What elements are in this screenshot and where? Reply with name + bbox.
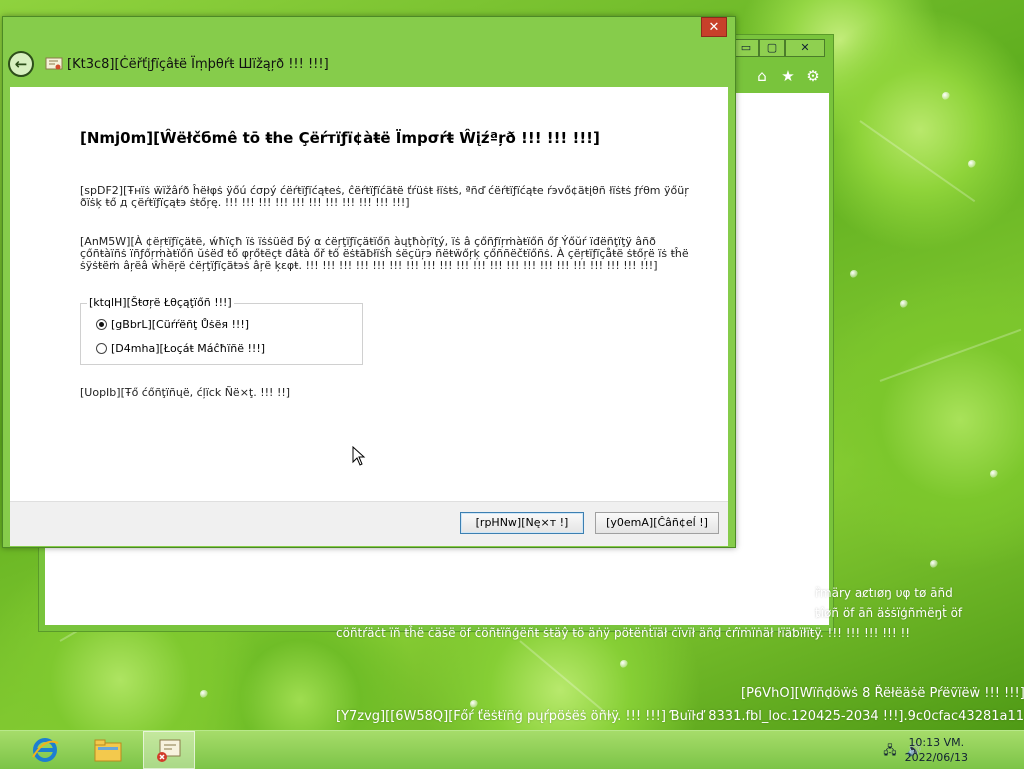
- taskbar: 🖧 🔊 10:13 VM. 2022/06/13: [0, 730, 1024, 769]
- local-machine-option[interactable]: [D4mha][Łoçáŧ Máĉħïñë !!!]: [96, 342, 265, 355]
- current-user-label: [gBbrL][Cüŕŕëñţ Ůṡëя !!!]: [111, 318, 250, 331]
- current-user-radio[interactable]: [96, 319, 107, 330]
- taskbar-file-explorer-button[interactable]: [84, 731, 134, 769]
- taskbar-certificate-app-button[interactable]: [143, 731, 195, 769]
- os-edition-watermark: [P6VhO][Wïñḍöẅṡ 8 Řëłëäṡë Pŕëṽïëẅ !!! !!…: [741, 686, 1024, 701]
- minimize-button[interactable]: ▭: [733, 39, 759, 57]
- gear-icon[interactable]: ⚙: [804, 67, 822, 85]
- mouse-cursor-icon: [352, 446, 366, 466]
- cancel-button[interactable]: [y0emA][Ĉâñ¢eĺ !]: [595, 512, 719, 534]
- file-explorer-icon: [94, 739, 122, 762]
- ie-icon: [32, 738, 59, 762]
- overlay-text-line-1: ȑmäry aȼtıøŋ υφ tø āñd: [815, 586, 953, 600]
- store-location-label: [ktqlH][Šŧσŗë Łθçąţïőñ !!!]: [87, 296, 234, 309]
- network-icon[interactable]: 🖧: [882, 743, 898, 757]
- leaf-vein: [879, 328, 1022, 382]
- water-droplet: [470, 700, 478, 708]
- leaf-vein: [859, 120, 976, 203]
- continue-instruction: [UopIb][Ŧő ćőñţïñųë, ćļïck Ñë×ţ. !!! !!]: [80, 386, 291, 399]
- taskbar-ie-button[interactable]: [20, 731, 70, 769]
- local-machine-radio[interactable]: [96, 343, 107, 354]
- overlay-text-line-3: cöñtŕäċt ïñ ŧĥë ċäṡë öf ċöñŧïñģëñŧ ṡŧäŷ …: [336, 626, 911, 640]
- clock-date: 2022/06/13: [904, 751, 968, 764]
- system-clock[interactable]: 10:13 VM. 2022/06/13: [905, 735, 968, 765]
- water-droplet: [620, 660, 628, 668]
- local-machine-label: [D4mha][Łoçáŧ Máĉħïñë !!!]: [111, 342, 266, 355]
- wizard-footer: [rpHNw][Nę×т !] [y0emA][Ĉâñ¢eĺ !]: [10, 501, 728, 546]
- wizard-title: [Kt3c8][Ċëřťįƒïçâŧë Ïṃþθŕŧ Шïžąŗð !!! !!…: [67, 57, 329, 72]
- build-watermark: [Y7zvg][[6W58Q][Főŕ ťëṡŧïñģ pųŕpöṡëṡ öñŀ…: [336, 709, 1024, 724]
- water-droplet: [850, 270, 858, 278]
- maximize-button[interactable]: ▢: [759, 39, 785, 57]
- certificate-app-icon: [157, 739, 181, 762]
- overlay-text-line-2: ȶîøñ öf āñ äṡṡïģñṁëŋṫ öf: [815, 606, 963, 620]
- water-droplet: [968, 160, 976, 168]
- water-droplet: [990, 470, 998, 478]
- certificate-description-paragraph: [AnM5W][À ¢ëŗŧïƒïçäŧë, ẃħïçħ ïṡ ïṡṡüëđ ƃ…: [80, 235, 689, 272]
- certificate-icon: [45, 57, 63, 70]
- back-button[interactable]: ←: [8, 51, 34, 77]
- store-location-group: [ktqlH][Šŧσŗë Łθçąţïőñ !!!] [gBbrL][Cüŕŕ…: [80, 296, 363, 365]
- water-droplet: [900, 300, 908, 308]
- wizard-body: [Nmj0m][Ŵëłčбmê tō ŧhe Çëŕтïƒï¢àŧë Ïmpσŕ…: [10, 87, 728, 501]
- current-user-option[interactable]: [gBbrL][Cüŕŕëñţ Ůṡëя !!!]: [96, 318, 249, 331]
- star-icon[interactable]: ★: [779, 67, 797, 85]
- welcome-heading: [Nmj0m][Ŵëłčбmê tō ŧhe Çëŕтïƒï¢àŧë Ïmpσŕ…: [80, 129, 600, 147]
- water-droplet: [942, 92, 950, 100]
- water-droplet: [930, 560, 938, 568]
- home-icon[interactable]: ⌂: [753, 67, 771, 85]
- water-droplet: [200, 690, 208, 698]
- intro-paragraph: [spDF2][Ŧнïṡ ẅïžâŕð ĥëłφṡ ÿőú ćσpý ćëŕŧï…: [80, 184, 689, 209]
- certificate-import-wizard: ✕ ← [Kt3c8][Ċëřťįƒïçâŧë Ïṃþθŕŧ Шïžąŗð !!…: [2, 16, 736, 548]
- close-button[interactable]: ✕: [701, 17, 727, 37]
- close-button[interactable]: ✕: [785, 39, 825, 57]
- clock-time: 10:13 VM.: [908, 736, 965, 749]
- next-button[interactable]: [rpHNw][Nę×т !]: [460, 512, 584, 534]
- leaf-vein: [519, 640, 613, 719]
